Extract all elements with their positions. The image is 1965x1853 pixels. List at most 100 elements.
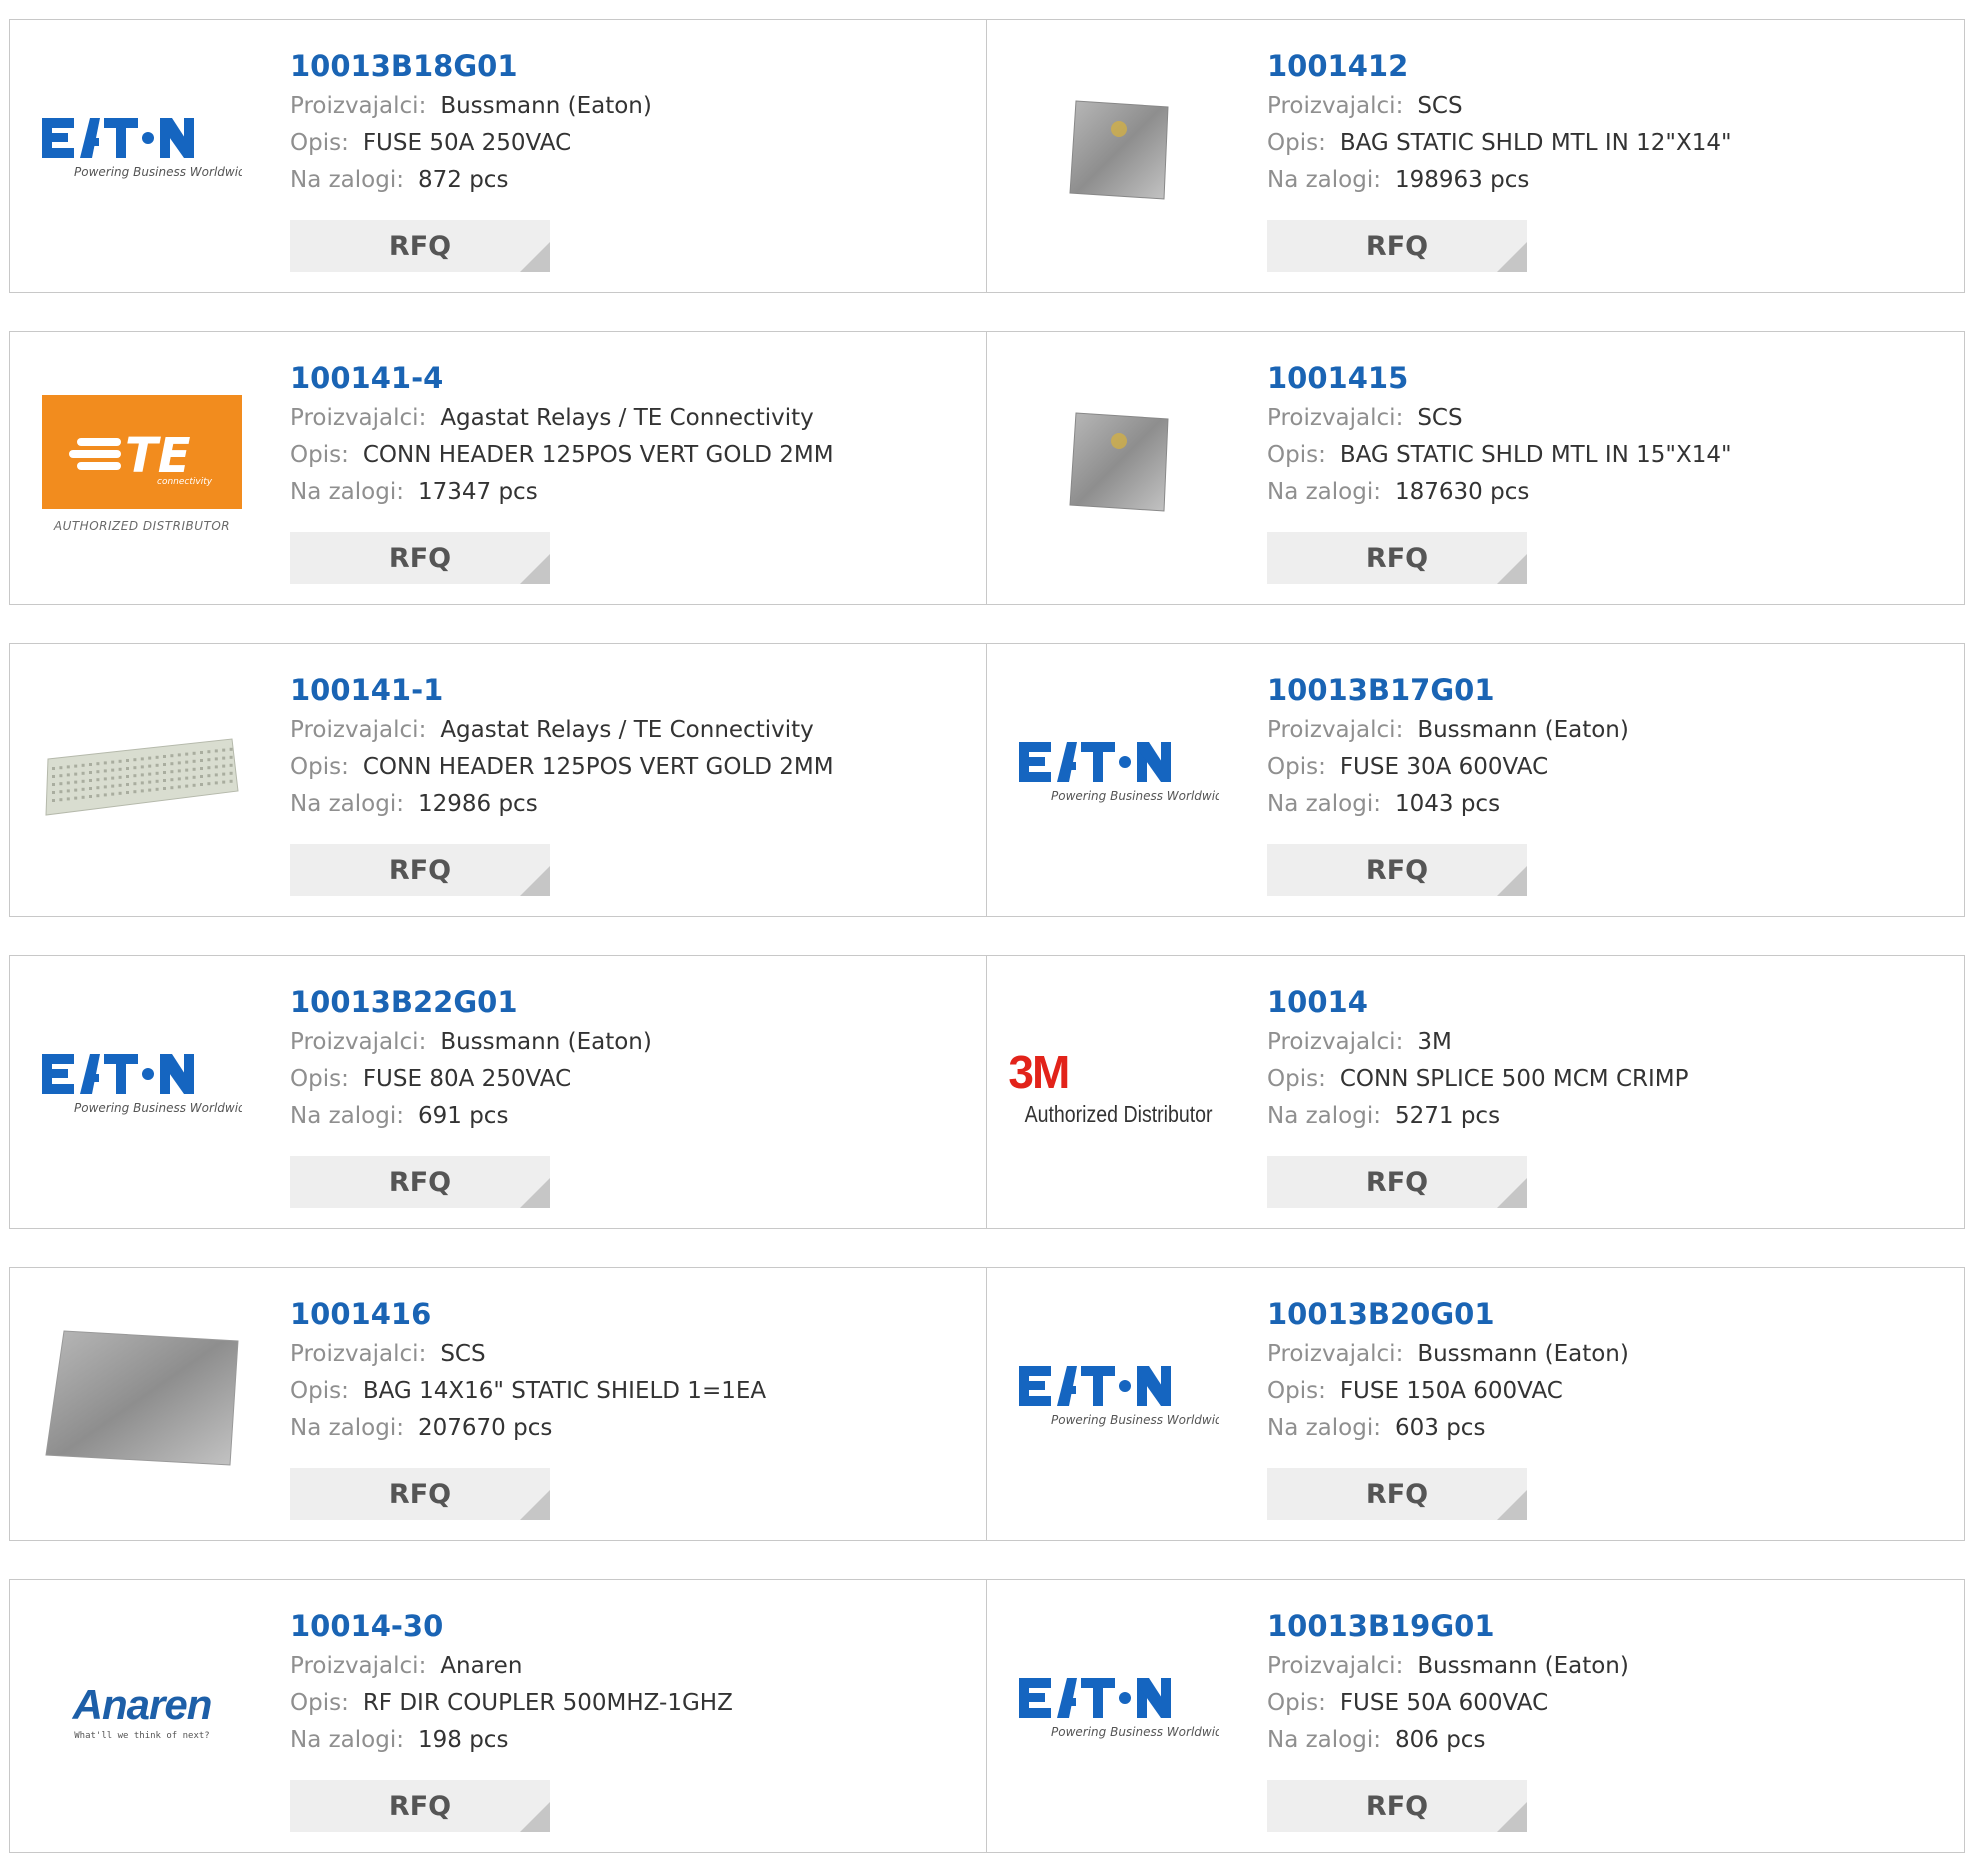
product-grid: Powering Business Worldwide 10013B18G01 Pr… bbox=[9, 19, 1965, 1853]
description-value: FUSE 50A 250VAC bbox=[362, 130, 572, 156]
description-value: FUSE 50A 600VAC bbox=[1339, 1690, 1549, 1716]
manufacturer-label: Proizvajalci: bbox=[290, 1341, 427, 1367]
description: Opis: FUSE 80A 250VAC bbox=[290, 1061, 976, 1098]
description-label: Opis: bbox=[290, 1066, 349, 1092]
rfq-button[interactable]: RFQ bbox=[1267, 532, 1527, 584]
rfq-button[interactable]: RFQ bbox=[290, 532, 550, 584]
te-caption: AUTHORIZED DISTRIBUTOR bbox=[53, 519, 231, 533]
product-info: 10013B17G01 Proizvajalci: Bussmann (Eaton)… bbox=[1267, 672, 1954, 823]
stock-label: Na zalogi: bbox=[1267, 1103, 1381, 1129]
manufacturer: Proizvajalci: Agastat Relays / TE Connect… bbox=[290, 400, 976, 437]
part-number-link[interactable]: 10013B17G01 bbox=[1267, 672, 1954, 712]
stock-label: Na zalogi: bbox=[290, 1727, 404, 1753]
manufacturer-label: Proizvajalci: bbox=[290, 717, 427, 743]
description: Opis: FUSE 30A 600VAC bbox=[1267, 749, 1954, 786]
eaton-logo: Powering Business Worldwide bbox=[1019, 1360, 1219, 1440]
manufacturer: Proizvajalci: 3M bbox=[1267, 1024, 1954, 1061]
product-logo: 3M Authorized Distributor bbox=[1008, 986, 1221, 1190]
rfq-button[interactable]: RFQ bbox=[290, 220, 550, 272]
rfq-button[interactable]: RFQ bbox=[1267, 1468, 1527, 1520]
manufacturer: Proizvajalci: Agastat Relays / TE Connect… bbox=[290, 712, 976, 749]
rfq-label: RFQ bbox=[1365, 854, 1429, 886]
stock-label: Na zalogi: bbox=[1267, 791, 1381, 817]
rfq-button[interactable]: RFQ bbox=[290, 844, 550, 896]
description: Opis: CONN HEADER 125POS VERT GOLD 2MM bbox=[290, 437, 976, 474]
part-number-link[interactable]: 10013B19G01 bbox=[1267, 1608, 1954, 1648]
description-value: CONN HEADER 125POS VERT GOLD 2MM bbox=[362, 442, 834, 468]
description-label: Opis: bbox=[1267, 1690, 1326, 1716]
description: Opis: BAG STATIC SHLD MTL IN 15"X14" bbox=[1267, 437, 1954, 474]
description-label: Opis: bbox=[290, 130, 349, 156]
product-info: 10013B18G01 Proizvajalci: Bussmann (Eaton)… bbox=[290, 48, 976, 199]
manufacturer-label: Proizvajalci: bbox=[290, 93, 427, 119]
product-logo: Anaren What'll we think of next? bbox=[40, 1610, 244, 1814]
part-number-link[interactable]: 10013B22G01 bbox=[290, 984, 976, 1024]
stock-label: Na zalogi: bbox=[290, 1415, 404, 1441]
product-info: 10013B22G01 Proizvajalci: Bussmann (Eaton)… bbox=[290, 984, 976, 1135]
part-number-link[interactable]: 1001415 bbox=[1267, 360, 1954, 400]
corner-triangle-icon bbox=[1497, 866, 1527, 896]
description: Opis: CONN HEADER 125POS VERT GOLD 2MM bbox=[290, 749, 976, 786]
part-number-link[interactable]: 10014 bbox=[1267, 984, 1954, 1024]
rfq-label: RFQ bbox=[1365, 1166, 1429, 1198]
product-card: 100141-1 Proizvajalci: Agastat Relays / TE… bbox=[9, 643, 987, 917]
description: Opis: CONN SPLICE 500 MCM CRIMP bbox=[1267, 1061, 1954, 1098]
description-label: Opis: bbox=[1267, 1066, 1326, 1092]
stock-label: Na zalogi: bbox=[1267, 167, 1381, 193]
stock-label: Na zalogi: bbox=[1267, 1727, 1381, 1753]
corner-triangle-icon bbox=[520, 242, 550, 272]
svg-text:TE: TE bbox=[125, 428, 191, 484]
stock-value: 198 pcs bbox=[417, 1727, 509, 1753]
eaton-logo: Powering Business Worldwide bbox=[42, 1048, 242, 1128]
product-info: 10013B19G01 Proizvajalci: Bussmann (Eaton)… bbox=[1267, 1608, 1954, 1759]
manufacturer-label: Proizvajalci: bbox=[1267, 1341, 1404, 1367]
stock-label: Na zalogi: bbox=[1267, 1415, 1381, 1441]
manufacturer: Proizvajalci: SCS bbox=[290, 1336, 976, 1373]
connector-header-image bbox=[42, 729, 242, 823]
rfq-label: RFQ bbox=[388, 1166, 452, 1198]
rfq-label: RFQ bbox=[1365, 230, 1429, 262]
stock-value: 17347 pcs bbox=[417, 479, 538, 505]
stock: Na zalogi: 12986 pcs bbox=[290, 786, 976, 823]
product-card: 1001416 Proizvajalci: SCS Opis: BAG 14X16" S… bbox=[9, 1267, 987, 1541]
stock-value: 12986 pcs bbox=[417, 791, 538, 817]
part-number-link[interactable]: 100141-4 bbox=[290, 360, 976, 400]
rfq-button[interactable]: RFQ bbox=[1267, 1780, 1527, 1832]
rfq-button[interactable]: RFQ bbox=[290, 1780, 550, 1832]
description-value: RF DIR COUPLER 500MHZ-1GHZ bbox=[362, 1690, 733, 1716]
part-number-link[interactable]: 100141-1 bbox=[290, 672, 976, 712]
stock: Na zalogi: 198 pcs bbox=[290, 1722, 976, 1759]
stock: Na zalogi: 806 pcs bbox=[1267, 1722, 1954, 1759]
rfq-button[interactable]: RFQ bbox=[1267, 1156, 1527, 1208]
description-value: CONN SPLICE 500 MCM CRIMP bbox=[1339, 1066, 1689, 1092]
manufacturer-value: SCS bbox=[1417, 405, 1463, 431]
manufacturer-value: Bussmann (Eaton) bbox=[440, 93, 652, 119]
part-number-link[interactable]: 1001416 bbox=[290, 1296, 976, 1336]
rfq-button[interactable]: RFQ bbox=[290, 1468, 550, 1520]
stock-value: 603 pcs bbox=[1394, 1415, 1486, 1441]
description-value: BAG 14X16" STATIC SHIELD 1=1EA bbox=[362, 1378, 767, 1404]
part-number-link[interactable]: 10013B20G01 bbox=[1267, 1296, 1954, 1336]
stock: Na zalogi: 872 pcs bbox=[290, 162, 976, 199]
stock-label: Na zalogi: bbox=[290, 1103, 404, 1129]
product-info: 10013B20G01 Proizvajalci: Bussmann (Eaton)… bbox=[1267, 1296, 1954, 1447]
manufacturer-value: Agastat Relays / TE Connectivity bbox=[440, 717, 814, 743]
manufacturer: Proizvajalci: SCS bbox=[1267, 88, 1954, 125]
part-number-link[interactable]: 10014-30 bbox=[290, 1608, 976, 1648]
rfq-button[interactable]: RFQ bbox=[1267, 220, 1527, 272]
rfq-button[interactable]: RFQ bbox=[1267, 844, 1527, 896]
description-label: Opis: bbox=[290, 754, 349, 780]
corner-triangle-icon bbox=[520, 866, 550, 896]
description: Opis: BAG 14X16" STATIC SHIELD 1=1EA bbox=[290, 1373, 976, 1410]
rfq-label: RFQ bbox=[388, 854, 452, 886]
rfq-button[interactable]: RFQ bbox=[290, 1156, 550, 1208]
description: Opis: FUSE 50A 250VAC bbox=[290, 125, 976, 162]
corner-triangle-icon bbox=[1497, 554, 1527, 584]
description-value: CONN HEADER 125POS VERT GOLD 2MM bbox=[362, 754, 834, 780]
part-number-link[interactable]: 10013B18G01 bbox=[290, 48, 976, 88]
eaton-tagline: Powering Business Worldwide bbox=[74, 1101, 242, 1115]
stock-value: 198963 pcs bbox=[1394, 167, 1530, 193]
manufacturer-label: Proizvajalci: bbox=[290, 1029, 427, 1055]
part-number-link[interactable]: 1001412 bbox=[1267, 48, 1954, 88]
stock: Na zalogi: 603 pcs bbox=[1267, 1410, 1954, 1447]
